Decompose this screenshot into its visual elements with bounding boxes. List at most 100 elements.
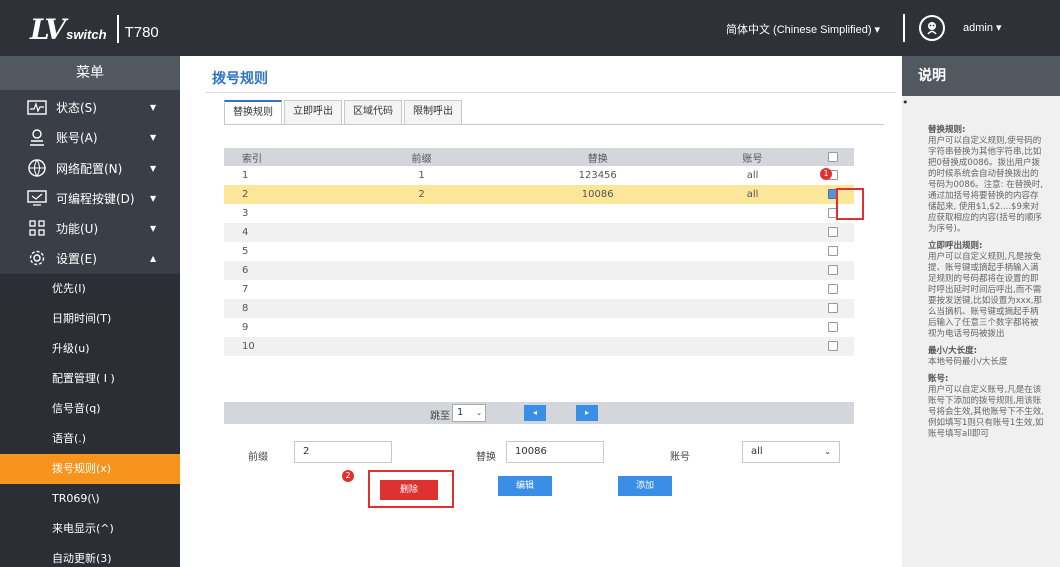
submenu-item-upgrade[interactable]: 升级(u)	[0, 334, 180, 364]
submenu-item-preference[interactable]: 优先(I)	[0, 274, 180, 304]
chevron-up-icon: ▲	[150, 254, 157, 263]
top-bar: LV switch T780 简体中文 (Chinese Simplified)…	[0, 0, 1060, 56]
checkbox[interactable]	[827, 151, 838, 162]
submenu-item-config-management[interactable]: 配置管理( I )	[0, 364, 180, 394]
delete-button[interactable]: 删除	[380, 480, 438, 500]
submenu-item-tones[interactable]: 信号音(q)	[0, 394, 180, 424]
cell-index: 5	[224, 242, 342, 261]
row-checkbox[interactable]	[827, 341, 838, 351]
help-heading: 立即呼出规则:	[928, 241, 983, 251]
table-row[interactable]: 10	[224, 337, 854, 356]
sidebar-item-label: 状态(S)	[56, 100, 97, 115]
table-row[interactable]: 9	[224, 318, 854, 337]
next-page-button[interactable]: ▸	[576, 405, 598, 421]
chevron-down-icon: ▼	[150, 103, 157, 112]
tab-replace-rule[interactable]: 替换规则	[224, 100, 282, 124]
table-row[interactable]: 7	[224, 280, 854, 299]
page-title: 拨号规则	[212, 71, 268, 87]
submenu-item-tr069[interactable]: TR069(\)	[0, 484, 180, 514]
prev-page-button[interactable]: ◂	[524, 405, 546, 421]
tab-block-out[interactable]: 限制呼出	[404, 100, 462, 124]
device-model: T780	[124, 23, 159, 41]
row-checkbox[interactable]	[827, 322, 838, 332]
add-button[interactable]: 添加	[618, 476, 672, 496]
chevron-down-icon: ▼	[150, 133, 157, 142]
sidebar-title: 菜单	[0, 56, 180, 90]
table-row[interactable]: 6	[224, 261, 854, 280]
cell-index: 1	[224, 166, 342, 185]
sidebar-item-account[interactable]: 账号(A) ▼	[0, 122, 180, 152]
sidebar-item-features[interactable]: 功能(U) ▼	[0, 213, 180, 243]
prefix-input[interactable]: 2	[294, 441, 392, 463]
sidebar-item-label: 可编程按键(D)	[56, 191, 135, 206]
row-checkbox[interactable]	[827, 227, 838, 237]
annotation-badge: 2	[342, 470, 354, 482]
cell-index: 4	[224, 223, 342, 242]
help-text: 用户可以自定义规则,使号码的字符串替换为其他字符串,比如把0替换成0086。拨出…	[928, 136, 1043, 234]
cell-index: 7	[224, 280, 342, 299]
annotation-badge: 1	[820, 168, 832, 180]
chevron-down-icon: ▼	[150, 194, 157, 203]
help-heading: 替换规则:	[928, 125, 966, 135]
status-icon	[26, 98, 48, 116]
page-select[interactable]: 1 ⌄	[452, 404, 486, 422]
language-selector[interactable]: 简体中文 (Chinese Simplified) ▾	[726, 21, 880, 37]
submenu-item-caller-id[interactable]: 来电显示(^)	[0, 514, 180, 544]
account-label: 账号	[670, 452, 690, 463]
cell-index: 8	[224, 299, 342, 318]
help-heading: 最小/大长度:	[928, 346, 978, 356]
cell-index: 2	[224, 185, 342, 204]
account-icon	[26, 128, 48, 146]
table-row[interactable]: 3	[224, 204, 854, 223]
row-checkbox[interactable]	[827, 246, 838, 256]
submenu-item-voice[interactable]: 语音(.)	[0, 424, 180, 454]
divider	[206, 92, 896, 93]
submenu-item-dial-plan[interactable]: 拨号规则(x)	[0, 454, 180, 484]
tab-dial-now[interactable]: 立即呼出	[284, 100, 342, 124]
help-panel: 说明 • 替换规则: 用户可以自定义规则,使号码的字符串替换为其他字符串,比如把…	[902, 56, 1060, 567]
main-panel: 拨号规则 替换规则 立即呼出 区域代码 限制呼出 索引 前缀 替换 账号 1 1…	[180, 56, 902, 567]
table-row[interactable]: 5	[224, 242, 854, 261]
sidebar-item-label: 功能(U)	[56, 221, 99, 236]
row-checkbox[interactable]	[827, 303, 838, 313]
avatar-icon[interactable]	[919, 15, 945, 41]
column-header-index: 索引	[224, 148, 342, 166]
cell-index: 3	[224, 204, 342, 223]
cell-replace: 123456	[501, 166, 694, 185]
submenu-item-datetime[interactable]: 日期时间(T)	[0, 304, 180, 334]
table-header: 索引 前缀 替换 账号	[224, 148, 854, 166]
cell-index: 9	[224, 318, 342, 337]
chevron-down-icon: ⌄	[824, 447, 831, 456]
page-jump-label: 跳至	[430, 411, 450, 422]
grid-icon	[26, 219, 48, 237]
account-select[interactable]: all ⌄	[742, 441, 840, 463]
sidebar-item-label: 网络配置(N)	[56, 161, 123, 176]
tab-area-code[interactable]: 区域代码	[344, 100, 402, 124]
sidebar-item-network[interactable]: 网络配置(N) ▼	[0, 153, 180, 183]
edit-button[interactable]: 编辑	[498, 476, 552, 496]
user-menu[interactable]: admin ▾	[963, 21, 1002, 34]
row-checkbox[interactable]	[827, 265, 838, 275]
chevron-down-icon: ▼	[150, 224, 157, 233]
sidebar-item-settings[interactable]: 设置(E) ▲	[0, 243, 180, 273]
gear-icon	[26, 249, 48, 267]
sidebar-item-status[interactable]: 状态(S) ▼	[0, 92, 180, 122]
table-row[interactable]: 1 1 123456 all	[224, 166, 854, 185]
select-all-checkbox[interactable]	[811, 148, 854, 166]
submenu-item-auto-provision[interactable]: 自动更新(3)	[0, 544, 180, 567]
help-title: 说明	[902, 56, 1060, 96]
cell-account: all	[693, 185, 812, 204]
header-divider	[903, 14, 905, 42]
table-row[interactable]: 4	[224, 223, 854, 242]
pagination-bar: 跳至 1 ⌄ ◂ ▸	[224, 402, 854, 424]
table-row[interactable]: 8	[224, 299, 854, 318]
help-text: 用户可以自定义规则,凡是按免提、账号键或摘起手柄输入满足规则的号码都将在设置的即…	[928, 252, 1042, 339]
logo-word: switch	[66, 26, 107, 42]
sidebar-item-programmable-keys[interactable]: 可编程按键(D) ▼	[0, 183, 180, 213]
table-row-selected[interactable]: 2 2 10086 all	[224, 185, 854, 204]
row-checkbox[interactable]	[827, 284, 838, 294]
replace-input[interactable]: 10086	[506, 441, 604, 463]
network-icon	[26, 159, 48, 177]
cell-index: 10	[224, 337, 342, 356]
help-text: 本地号码最小/大长度	[928, 357, 1008, 367]
